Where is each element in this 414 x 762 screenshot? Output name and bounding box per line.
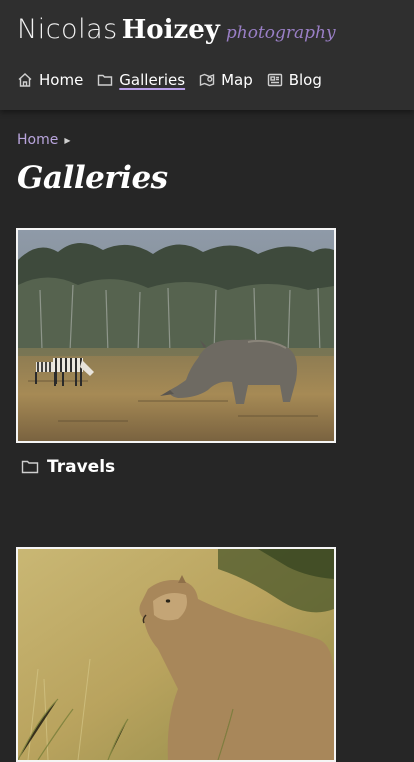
gallery-card-travels[interactable]: Travels [16, 228, 336, 477]
main-nav: Home Galleries Map Blog [17, 71, 336, 89]
nav-galleries-label: Galleries [119, 71, 186, 89]
site-header: Nicolas Hoizey photography Home Galleries … [0, 0, 414, 110]
gallery-title: Travels [47, 457, 116, 477]
site-title-first: Nicolas [17, 14, 118, 45]
nav-map[interactable]: Map [199, 71, 253, 89]
nav-home[interactable]: Home [17, 71, 83, 89]
site-title-last: Hoizey [121, 15, 220, 45]
gallery-thumbnail[interactable] [16, 547, 336, 762]
site-title[interactable]: Nicolas Hoizey photography [17, 16, 336, 43]
folder-icon [98, 74, 113, 86]
folder-icon [21, 460, 39, 474]
site-title-sub: photography [225, 23, 336, 43]
nav-map-label: Map [221, 71, 253, 89]
nav-galleries[interactable]: Galleries [97, 71, 185, 89]
map-icon [199, 73, 215, 87]
breadcrumb: Home ▶ [17, 132, 71, 148]
rhino-zebra-photo [18, 230, 334, 441]
breadcrumb-separator-icon: ▶ [64, 135, 71, 145]
home-icon [18, 73, 32, 87]
nav-blog-label: Blog [288, 71, 322, 89]
gallery-caption[interactable]: Travels [21, 457, 336, 477]
lioness-photo [18, 549, 334, 760]
nav-home-label: Home [39, 71, 84, 89]
gallery-card-second[interactable] [16, 547, 336, 762]
nav-blog[interactable]: Blog [267, 71, 322, 89]
page-title: Galleries [17, 160, 168, 196]
gallery-thumbnail[interactable] [16, 228, 336, 443]
news-icon [267, 73, 282, 87]
breadcrumb-home[interactable]: Home [17, 132, 58, 148]
